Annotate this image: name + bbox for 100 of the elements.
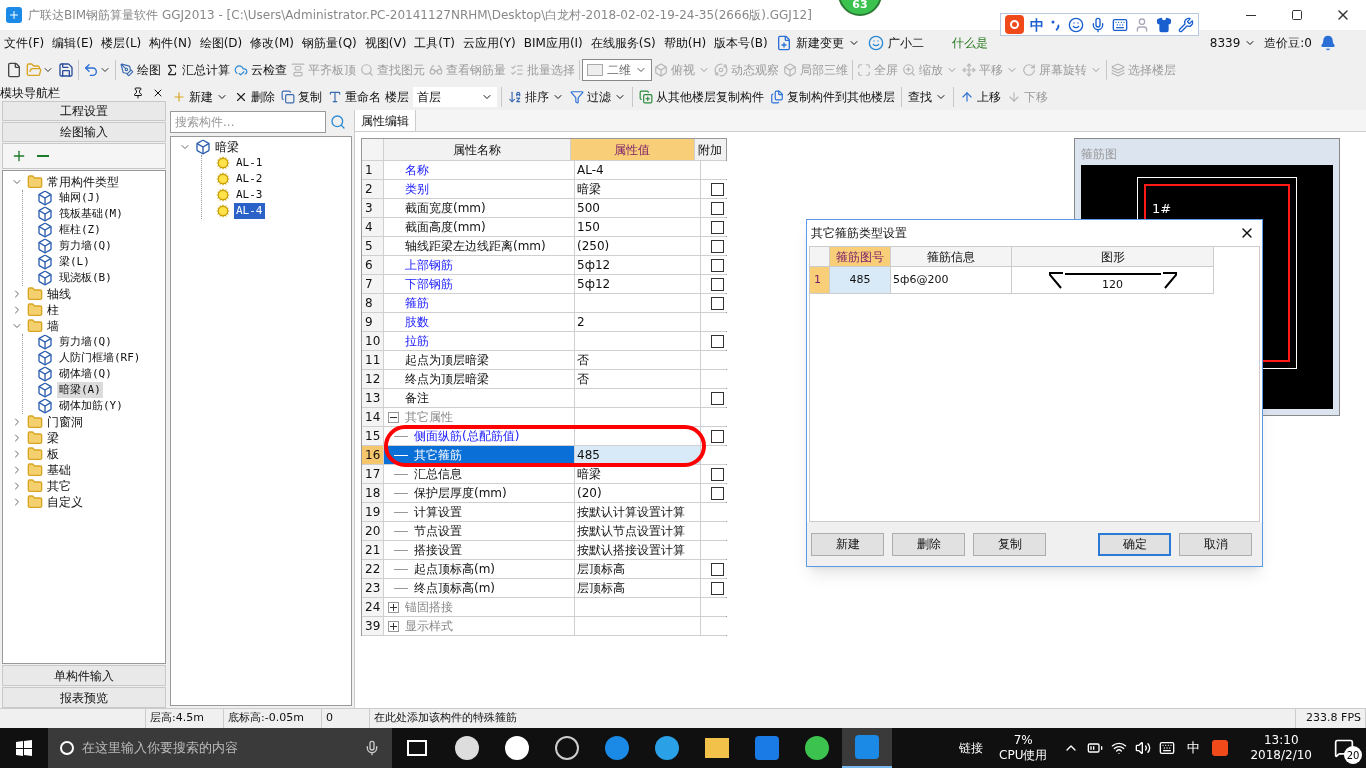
ime-mode[interactable]: 中 <box>1030 17 1044 32</box>
tree-item[interactable]: 剪力墙(Q) <box>57 333 114 351</box>
collapse-icon[interactable] <box>388 411 399 423</box>
menu-item[interactable]: 工具(T) <box>410 34 460 52</box>
toolbar-button[interactable]: 从其他楼层复制构件 <box>637 85 766 109</box>
menu-item[interactable]: BIM应用(I) <box>519 34 587 52</box>
property-value[interactable]: 层顶标高 <box>577 579 625 597</box>
taskbar-search-field[interactable]: 在这里输入你要搜索的内容 <box>48 728 392 768</box>
property-value[interactable]: 暗梁 <box>577 180 601 198</box>
property-value[interactable]: (250) <box>577 237 610 255</box>
close-icon[interactable] <box>152 87 164 99</box>
tree-item[interactable]: 轴线 <box>47 285 71 303</box>
checkbox[interactable] <box>710 239 724 253</box>
bell-icon[interactable] <box>1320 35 1336 51</box>
property-value[interactable]: 500 <box>577 199 600 217</box>
property-tab[interactable]: 属性编辑 <box>355 110 416 131</box>
view-mode-select[interactable]: 二维 <box>582 59 652 81</box>
property-value[interactable]: 485 <box>577 446 600 464</box>
checkbox[interactable] <box>710 581 724 595</box>
tree-item[interactable]: 柱 <box>47 301 59 319</box>
microphone-icon[interactable] <box>1090 16 1106 33</box>
tree-item[interactable]: 墙 <box>47 317 59 335</box>
tree-item[interactable]: 框柱(Z) <box>57 221 103 239</box>
tree-item[interactable]: AL-2 <box>234 170 265 188</box>
nav-section-button[interactable]: 报表预览 <box>2 687 166 708</box>
dialog-button[interactable]: 取消 <box>1179 532 1252 556</box>
dialog-button[interactable]: 新建 <box>811 532 884 556</box>
menu-item[interactable]: 构件(N) <box>145 34 196 52</box>
menu-item[interactable]: 钢筋量(Q) <box>297 34 361 52</box>
tree-item[interactable]: 暗梁(A) <box>57 381 103 399</box>
checkbox[interactable] <box>710 296 724 310</box>
toolbar-button[interactable]: 复制 <box>279 85 324 109</box>
tree-item[interactable]: 梁(L) <box>57 253 92 271</box>
checkbox[interactable] <box>710 467 724 481</box>
toolbar-button[interactable]: 云检查 <box>232 58 289 82</box>
property-value[interactable]: 5ф12 <box>577 275 611 293</box>
tree-item[interactable]: 其它 <box>47 477 71 495</box>
tree-item[interactable]: 剪力墙(Q) <box>57 237 114 255</box>
ime-indicator[interactable]: 中 <box>1187 738 1201 758</box>
links-toolbar[interactable]: 链接 <box>959 739 984 757</box>
volume-icon[interactable] <box>1135 740 1152 756</box>
new-change-button[interactable]: 新建变更 <box>771 34 864 52</box>
tree-item[interactable]: AL-1 <box>234 154 265 172</box>
menu-item[interactable]: 文件(F) <box>0 34 49 52</box>
wifi-icon[interactable] <box>1111 740 1128 756</box>
dialog-button[interactable]: 删除 <box>892 532 965 556</box>
menu-item[interactable]: 绘图(D) <box>195 34 247 52</box>
tree-item[interactable]: AL-4 <box>234 202 265 220</box>
checkbox[interactable] <box>710 258 724 272</box>
nav-section-button[interactable]: 单构件输入 <box>2 665 166 686</box>
toolbar-button[interactable]: 过滤 <box>568 85 628 109</box>
checkbox[interactable] <box>710 277 724 291</box>
toolbar-button[interactable]: 重命名 <box>326 85 383 109</box>
menu-item[interactable]: 视图(V) <box>360 34 411 52</box>
tree-item[interactable]: 板 <box>47 445 59 463</box>
column-header[interactable]: 箍筋信息 <box>891 247 1012 266</box>
tree-item[interactable]: 梁 <box>47 429 59 447</box>
helper-button[interactable]: 广小二 <box>863 34 928 52</box>
property-value[interactable]: 层顶标高 <box>577 560 625 578</box>
expand-icon[interactable] <box>388 620 399 632</box>
account-menu[interactable]: 8339 <box>1209 34 1257 52</box>
tree-item[interactable]: 砌体加筋(Y) <box>57 397 125 415</box>
dialog-button[interactable]: 复制 <box>973 532 1046 556</box>
toolbar-button[interactable]: 上移 <box>958 85 1003 109</box>
checkbox[interactable] <box>710 182 724 196</box>
checkbox[interactable] <box>710 562 724 576</box>
expand-all-button[interactable] <box>11 148 27 164</box>
tree-item[interactable]: 暗梁 <box>215 138 239 156</box>
tree-item[interactable]: 门窗洞 <box>47 413 83 431</box>
tree-item[interactable]: AL-3 <box>234 186 265 204</box>
wrench-icon[interactable] <box>1178 16 1194 33</box>
floor-select[interactable]: 首层 <box>413 87 497 107</box>
column-header[interactable]: 属性名称 <box>383 139 571 160</box>
nav-section-button[interactable]: 工程设置 <box>2 101 166 121</box>
tree-item[interactable]: 砌体墙(Q) <box>57 365 114 383</box>
menu-item[interactable]: 云应用(Y) <box>459 34 520 52</box>
checkbox[interactable] <box>710 429 724 443</box>
keyboard-icon[interactable] <box>1159 740 1176 756</box>
toolbar-button[interactable]: 新建 <box>170 85 230 109</box>
emoji-icon[interactable] <box>1068 16 1084 33</box>
checkbox[interactable] <box>710 334 724 348</box>
property-value[interactable]: 否 <box>577 370 589 388</box>
column-header[interactable]: 属性值 <box>571 139 695 160</box>
menu-item[interactable]: 修改(M) <box>246 34 298 52</box>
column-header[interactable]: 附加 <box>694 139 726 160</box>
search-icon[interactable] <box>330 114 346 130</box>
menu-item[interactable]: 在线服务(S) <box>586 34 660 52</box>
menu-item[interactable]: 编辑(E) <box>48 34 98 52</box>
tree-item[interactable]: 自定义 <box>47 493 83 511</box>
property-name-cell[interactable]: 其它箍筋 <box>384 446 575 464</box>
property-value[interactable]: 150 <box>577 218 600 236</box>
property-value[interactable]: 2 <box>577 313 585 331</box>
table-cell[interactable]: 485 <box>830 267 891 293</box>
toolbar-button[interactable]: 查找 <box>906 85 949 109</box>
property-value[interactable]: 暗梁 <box>577 465 601 483</box>
toolbar-button[interactable]: 汇总计算 <box>163 58 232 82</box>
battery-icon[interactable] <box>1087 740 1104 756</box>
punctuation-icon[interactable] <box>1050 18 1062 31</box>
menu-item[interactable]: 楼层(L) <box>97 34 146 52</box>
property-value[interactable]: AL-4 <box>577 161 604 179</box>
